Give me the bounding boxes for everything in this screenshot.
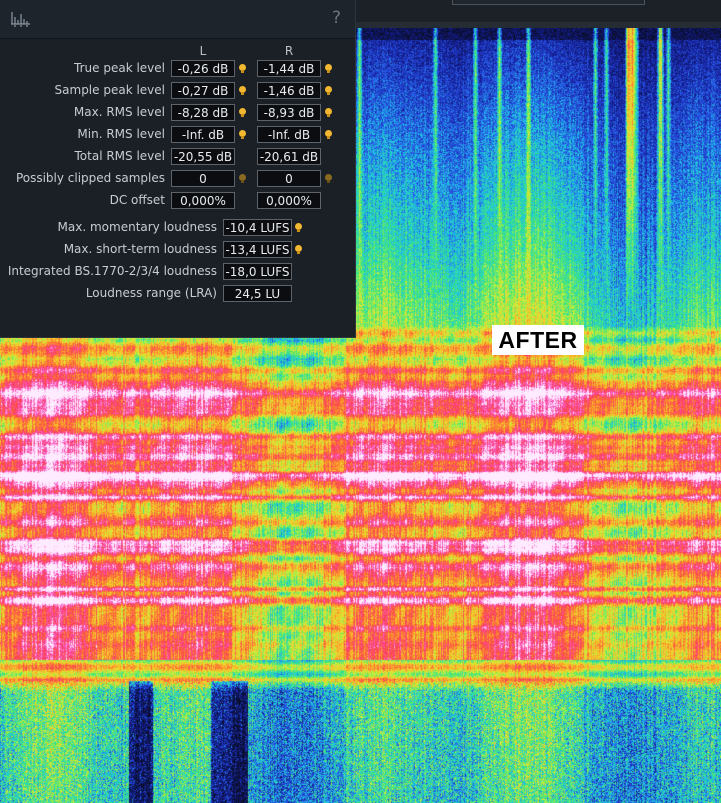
clip-indicator-icon[interactable] xyxy=(325,174,332,183)
column-header-right: R xyxy=(284,44,294,58)
loudness-row-label: Max. short-term loudness xyxy=(63,242,217,256)
help-icon[interactable]: ? xyxy=(332,8,341,28)
level-value-right: -1,46 dB xyxy=(257,82,321,99)
clip-indicator-icon[interactable] xyxy=(239,64,246,73)
loudness-row-label: Loudness range (LRA) xyxy=(85,286,217,300)
level-value-left: -0,26 dB xyxy=(171,60,235,77)
loudness-value: -18,0 LUFS xyxy=(223,263,292,280)
level-value-left: -20,55 dB xyxy=(171,148,235,165)
level-value-left: -0,27 dB xyxy=(171,82,235,99)
level-value-right: -1,44 dB xyxy=(257,60,321,77)
level-value-right: -Inf. dB xyxy=(257,126,321,143)
spectrogram-top-strip xyxy=(356,22,721,28)
loudness-row-label: Max. momentary loudness xyxy=(57,220,217,234)
loudness-value: -10,4 LUFS xyxy=(223,219,292,236)
level-value-right: 0 xyxy=(257,170,321,187)
loudness-value: 24,5 LU xyxy=(223,285,292,302)
level-row-label: Min. RMS level xyxy=(77,127,165,141)
level-row-label: Max. RMS level xyxy=(73,105,165,119)
meter-icon[interactable] xyxy=(10,8,32,28)
level-value-left: -Inf. dB xyxy=(171,126,235,143)
loudness-statistics-panel: ? L R True peak level -0,26 dB -1,44 dB Sam… xyxy=(0,0,356,338)
clip-indicator-icon[interactable] xyxy=(239,108,246,117)
after-label: AFTER xyxy=(492,325,584,355)
clip-indicator-icon[interactable] xyxy=(239,130,246,139)
level-value-left: 0 xyxy=(171,170,235,187)
clip-indicator-icon[interactable] xyxy=(295,223,302,232)
level-value-left: -8,28 dB xyxy=(171,104,235,121)
loudness-row-label: Integrated BS.1770-2/3/4 loudness xyxy=(7,264,217,278)
level-row-label: Total RMS level xyxy=(74,149,166,163)
level-row-label: DC offset xyxy=(109,193,165,207)
clip-indicator-icon[interactable] xyxy=(325,130,332,139)
level-row-label: Sample peak level xyxy=(54,83,165,97)
clip-indicator-icon[interactable] xyxy=(295,245,302,254)
clip-indicator-icon[interactable] xyxy=(239,86,246,95)
level-row-label: Possibly clipped samples xyxy=(15,171,165,185)
level-row-label: True peak level xyxy=(74,61,165,75)
level-value-left: 0,000% xyxy=(171,192,235,209)
clip-indicator-icon[interactable] xyxy=(325,64,332,73)
level-value-right: -20,61 dB xyxy=(257,148,321,165)
clip-indicator-icon[interactable] xyxy=(239,174,246,183)
panel-header: ? xyxy=(0,0,355,39)
loudness-value: -13,4 LUFS xyxy=(223,241,292,258)
column-header-left: L xyxy=(199,44,207,58)
clip-indicator-icon[interactable] xyxy=(325,108,332,117)
clip-indicator-icon[interactable] xyxy=(325,86,332,95)
toolbar-tab[interactable] xyxy=(452,0,645,5)
level-value-right: 0,000% xyxy=(257,192,321,209)
level-value-right: -8,93 dB xyxy=(257,104,321,121)
